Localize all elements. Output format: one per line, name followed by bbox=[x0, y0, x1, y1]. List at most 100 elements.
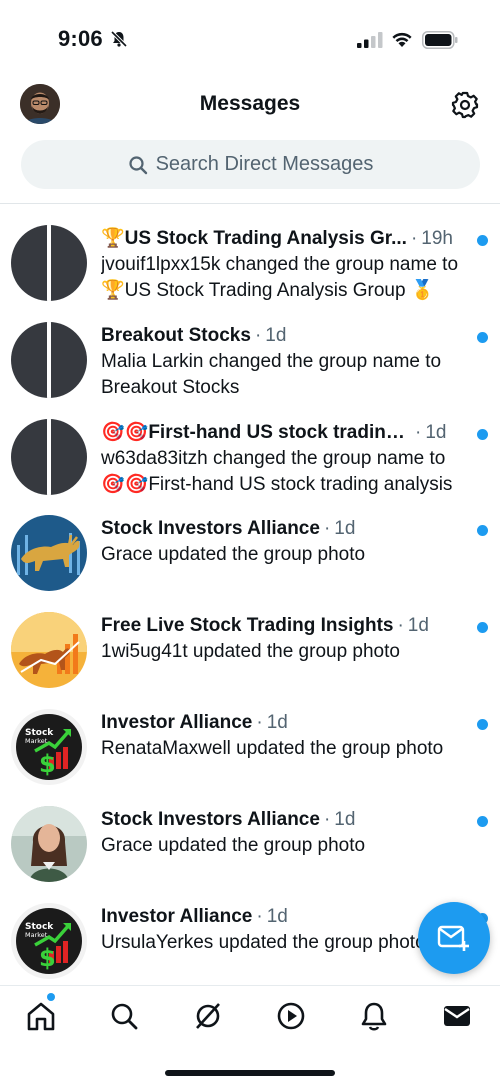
svg-text:Market: Market bbox=[25, 931, 48, 939]
message-preview: jvouif1lpxx15k changed the group name to bbox=[101, 254, 459, 275]
notifications-icon[interactable] bbox=[358, 1000, 390, 1032]
conversation-time: 1d bbox=[265, 324, 287, 346]
conversation-name: Stock Investors Alliance bbox=[101, 518, 320, 540]
gear-icon[interactable] bbox=[450, 90, 480, 120]
message-preview: Grace updated the group photo bbox=[101, 544, 366, 566]
separator-dot: · bbox=[254, 324, 262, 346]
group-avatar[interactable]: $ Stock Market bbox=[11, 902, 87, 979]
search-placeholder: Search Direct Messages bbox=[155, 153, 374, 175]
header: Messages bbox=[0, 80, 500, 130]
stock-market-logo-icon: $StockMarket bbox=[11, 708, 87, 785]
message-preview-line2: 🎯🎯First-hand US stock trading analysis bbox=[101, 473, 453, 495]
conversation-row[interactable]: Free Live Stock Trading Insights · 1d 1wi5u… bbox=[0, 593, 500, 690]
conversation-name: Breakout Stocks bbox=[101, 324, 251, 346]
bull-chart-avatar-icon bbox=[11, 612, 87, 689]
separator-dot: · bbox=[256, 905, 263, 927]
conversation-row[interactable]: 🎯🎯First-hand US stock trading... · 1d w63da… bbox=[0, 400, 500, 497]
conversation-row[interactable]: Stock Investors Alliance · 1d Grace updated… bbox=[0, 496, 500, 593]
conversation-row[interactable]: 🏆US Stock Trading Analysis Gr... · 19h jvou… bbox=[0, 206, 500, 303]
conversation-time: 1d bbox=[334, 808, 356, 830]
conversation-row[interactable]: Breakout Stocks · 1d Malia Larkin changed t… bbox=[0, 303, 500, 400]
compose-message-icon bbox=[437, 925, 469, 951]
separator-dot: · bbox=[397, 615, 404, 637]
group-avatar[interactable] bbox=[11, 225, 87, 301]
home-indicator bbox=[165, 1070, 335, 1076]
conversation-time: 1d bbox=[334, 518, 356, 540]
unread-dot bbox=[477, 428, 488, 440]
unread-dot bbox=[477, 331, 488, 343]
unread-dot bbox=[477, 622, 488, 634]
message-preview: Malia Larkin changed the group name to bbox=[101, 350, 442, 372]
group-avatar[interactable] bbox=[11, 418, 87, 495]
stock-market-logo-icon: $StockMarket bbox=[11, 902, 87, 979]
group-avatar[interactable]: $ Stock Market bbox=[11, 708, 87, 785]
conversation-time: 1d bbox=[425, 421, 447, 443]
separator-dot: · bbox=[323, 808, 331, 830]
message-preview-line2: Breakout Stocks bbox=[101, 376, 240, 398]
grok-icon[interactable] bbox=[192, 1000, 224, 1032]
group-avatar[interactable] bbox=[11, 612, 87, 689]
woman-photo-avatar-icon bbox=[11, 805, 87, 882]
conversation-header: Stock Investors Alliance · 1d bbox=[101, 516, 486, 542]
conversation-name: Free Live Stock Trading Insights bbox=[101, 615, 394, 637]
conversation-name: 🎯🎯First-hand US stock trading... bbox=[101, 421, 411, 443]
battery-icon bbox=[422, 31, 458, 49]
search-icon bbox=[128, 155, 147, 174]
conversation-body: Investor Alliance · 1d RenataMaxwell update… bbox=[101, 710, 486, 762]
conversation-name: Stock Investors Alliance bbox=[101, 808, 320, 830]
conversation-header: Stock Investors Alliance · 1d bbox=[101, 807, 486, 833]
conversation-body: Stock Investors Alliance · 1d Grace updated… bbox=[101, 516, 486, 568]
conversation-time: 1d bbox=[407, 615, 429, 637]
search-input[interactable]: Search Direct Messages bbox=[21, 140, 480, 189]
conversation-time: 1d bbox=[266, 711, 288, 733]
svg-text:Market: Market bbox=[25, 737, 48, 745]
conversation-row[interactable]: $ Stock Market Investor Alliance · 1d RenataMa… bbox=[0, 690, 500, 787]
message-preview: w63da83itzh changed the group name to bbox=[101, 447, 446, 469]
signal-icon bbox=[357, 32, 383, 48]
conversation-name: 🏆US Stock Trading Analysis Gr... bbox=[101, 228, 407, 249]
search-tab-icon[interactable] bbox=[108, 1000, 140, 1032]
home-notification-dot bbox=[47, 993, 55, 1001]
conversation-header: 🎯🎯First-hand US stock trading... · 1d bbox=[101, 420, 486, 446]
video-icon[interactable] bbox=[275, 1000, 307, 1032]
separator-dot: · bbox=[323, 518, 331, 540]
unread-dot bbox=[477, 235, 488, 246]
conversation-time: 19h bbox=[421, 228, 453, 249]
conversation-name: Investor Alliance bbox=[101, 711, 253, 733]
conversation-header: Breakout Stocks · 1d bbox=[101, 323, 486, 349]
wifi-icon bbox=[392, 32, 412, 47]
message-preview: RenataMaxwell updated the group photo bbox=[101, 737, 444, 759]
unread-dot bbox=[477, 718, 488, 730]
svg-text:$: $ bbox=[39, 944, 56, 972]
conversation-body: Stock Investors Alliance · 1d Grace updated… bbox=[101, 807, 486, 859]
conversation-header: Investor Alliance · 1d bbox=[101, 710, 486, 736]
conversation-row[interactable]: Stock Investors Alliance · 1d Grace updated… bbox=[0, 787, 500, 884]
group-avatar[interactable] bbox=[11, 805, 87, 882]
unread-dot bbox=[477, 815, 488, 827]
home-icon[interactable] bbox=[25, 1000, 57, 1032]
tab-bar bbox=[0, 985, 500, 1087]
divider bbox=[0, 203, 500, 204]
separator-dot: · bbox=[256, 711, 263, 733]
unread-dot bbox=[477, 525, 488, 537]
conversation-list: 🏆US Stock Trading Analysis Gr... · 19h jvou… bbox=[0, 206, 500, 980]
conversation-header: 🏆US Stock Trading Analysis Gr... · 19h bbox=[101, 226, 486, 252]
messages-icon[interactable] bbox=[441, 1000, 473, 1032]
conversation-header: Free Live Stock Trading Insights · 1d bbox=[101, 613, 486, 639]
page-title: Messages bbox=[199, 92, 301, 115]
conversation-name: Investor Alliance bbox=[101, 905, 253, 927]
group-avatar[interactable] bbox=[11, 321, 87, 398]
bell-off-icon bbox=[110, 30, 128, 48]
message-preview: 1wi5ug41t updated the group photo bbox=[101, 641, 400, 663]
conversation-time: 1d bbox=[266, 905, 288, 927]
separator-dot: · bbox=[415, 421, 422, 443]
conversation-body: 🎯🎯First-hand US stock trading... · 1d w63da… bbox=[101, 420, 486, 498]
separator-dot: · bbox=[410, 228, 418, 249]
group-avatar[interactable] bbox=[11, 515, 87, 592]
message-preview-line2: 🏆US Stock Trading Analysis Group 🥇 bbox=[101, 280, 435, 301]
conversation-body: Breakout Stocks · 1d Malia Larkin changed t… bbox=[101, 323, 486, 401]
message-preview: Grace updated the group photo bbox=[101, 834, 366, 856]
new-message-button[interactable] bbox=[418, 902, 490, 974]
conversation-body: 🏆US Stock Trading Analysis Gr... · 19h jvou… bbox=[101, 226, 486, 304]
status-time: 9:06 bbox=[58, 26, 103, 51]
